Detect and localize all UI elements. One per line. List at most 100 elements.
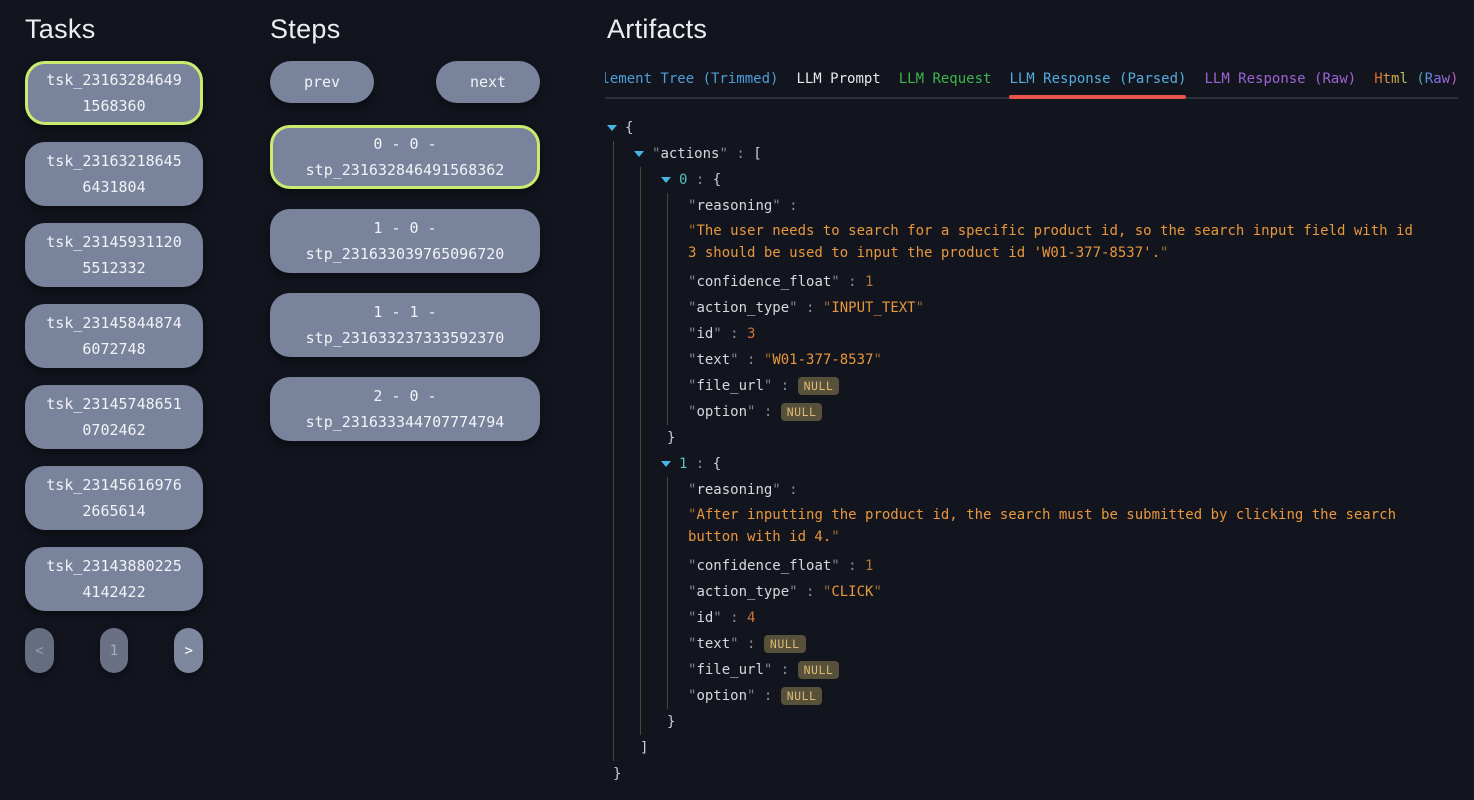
json-token: { <box>625 120 633 136</box>
json-token: " <box>823 300 831 316</box>
json-token: : <box>755 688 780 704</box>
json-line: 1 : { <box>661 451 1474 477</box>
json-token: : <box>798 300 823 316</box>
json-key: action_type <box>696 300 789 316</box>
json-key: file_url <box>696 662 763 678</box>
tab-llm-response-raw[interactable]: LLM Response (Raw) <box>1204 71 1356 87</box>
json-tree-viewer: {"actions" : [0 : {"reasoning" : "The us… <box>607 115 1474 787</box>
json-line: "action_type" : "CLICK" <box>688 579 1474 605</box>
json-key: reasoning <box>696 482 772 498</box>
pagination-next-button[interactable]: > <box>174 628 203 673</box>
json-string-block: "The user needs to search for a specific… <box>688 220 1416 264</box>
tab-llm-prompt[interactable]: LLM Prompt <box>796 71 880 87</box>
tab-element-tree-trimmed[interactable]: Element Tree (Trimmed) <box>605 71 778 87</box>
prev-step-button[interactable]: prev <box>270 61 374 103</box>
step-button[interactable]: 0 - 0 - stp_231632846491568362 <box>270 125 540 189</box>
json-key: text <box>696 352 730 368</box>
json-string-value: CLICK <box>831 584 873 600</box>
json-token: : <box>798 584 823 600</box>
json-token: " <box>719 146 727 162</box>
json-token: : <box>722 326 747 342</box>
json-token: " <box>688 404 696 420</box>
json-token: " <box>688 198 696 214</box>
task-list: tsk_231632846491568360 tsk_2316321864564… <box>25 61 203 611</box>
collapse-triangle-icon[interactable] <box>661 177 671 183</box>
task-button[interactable]: tsk_231438802254142422 <box>25 547 203 611</box>
task-button[interactable]: tsk_231632186456431804 <box>25 142 203 206</box>
json-token: " <box>688 326 696 342</box>
json-line: ] <box>640 735 1474 761</box>
json-number-value: 1 <box>865 558 873 574</box>
json-token: " <box>823 584 831 600</box>
json-string-value: INPUT_TEXT <box>831 300 915 316</box>
collapse-triangle-icon[interactable] <box>634 151 644 157</box>
json-token: { <box>713 456 721 472</box>
json-key: actions <box>660 146 719 162</box>
json-token: : <box>739 352 764 368</box>
json-key: option <box>696 688 747 704</box>
json-token: " <box>764 352 772 368</box>
tasks-panel: Tasks tsk_231632846491568360 tsk_2316321… <box>25 0 203 673</box>
null-badge: NULL <box>798 377 840 395</box>
json-token: " <box>713 610 721 626</box>
json-string-value: W01-377-8537 <box>772 352 873 368</box>
pagination-prev-button[interactable]: < <box>25 628 54 673</box>
null-badge: NULL <box>781 687 823 705</box>
json-token: : <box>722 610 747 626</box>
json-line: } <box>667 709 1474 735</box>
json-line: } <box>667 425 1474 451</box>
collapse-triangle-icon[interactable] <box>661 461 671 467</box>
json-token: " <box>764 662 772 678</box>
json-token: " <box>688 482 696 498</box>
tasks-pagination: < 1 > <box>25 628 203 673</box>
json-token: : <box>739 636 764 652</box>
tab-llm-response-parsed[interactable]: LLM Response (Parsed) <box>1009 71 1186 87</box>
json-line: "text" : "W01-377-8537" <box>688 347 1474 373</box>
json-token: " <box>688 584 696 600</box>
step-button[interactable]: 2 - 0 - stp_231633344707774794 <box>270 377 540 441</box>
json-token: } <box>613 766 621 782</box>
json-token: " <box>730 352 738 368</box>
json-token: " <box>772 482 780 498</box>
tab-llm-request[interactable]: LLM Request <box>899 71 992 87</box>
json-token: " <box>652 146 660 162</box>
json-token: : <box>840 274 865 290</box>
steps-nav: prev next <box>270 61 540 103</box>
json-line: "reasoning" : <box>688 193 1474 219</box>
json-token: " <box>688 378 696 394</box>
task-button[interactable]: tsk_231456169762665614 <box>25 466 203 530</box>
json-token: : <box>840 558 865 574</box>
step-button[interactable]: 1 - 0 - stp_231633039765096720 <box>270 209 540 273</box>
json-line: 0 : { <box>661 167 1474 193</box>
json-token: " <box>772 198 780 214</box>
next-step-button[interactable]: next <box>436 61 540 103</box>
json-line: "id" : 4 <box>688 605 1474 631</box>
json-key: file_url <box>696 378 763 394</box>
json-number-value: 3 <box>747 326 755 342</box>
json-key: reasoning <box>696 198 772 214</box>
json-index-key: 0 <box>679 172 687 188</box>
json-token: " <box>688 610 696 626</box>
collapse-triangle-icon[interactable] <box>607 125 617 131</box>
json-line: "confidence_float" : 1 <box>688 553 1474 579</box>
json-token: " <box>831 558 839 574</box>
task-button[interactable]: tsk_231632846491568360 <box>25 61 203 125</box>
json-token: : <box>781 198 806 214</box>
json-number-value: 4 <box>747 610 755 626</box>
pagination-page-button[interactable]: 1 <box>100 628 129 673</box>
json-token: " <box>831 529 839 545</box>
json-token: : <box>687 456 712 472</box>
json-token: " <box>688 688 696 704</box>
step-button[interactable]: 1 - 1 - stp_231633237333592370 <box>270 293 540 357</box>
json-token: : <box>772 378 797 394</box>
json-token: " <box>831 274 839 290</box>
json-line: "id" : 3 <box>688 321 1474 347</box>
task-button[interactable]: tsk_231457486510702462 <box>25 385 203 449</box>
json-token: : <box>687 172 712 188</box>
json-string-value: After inputting the product id, the sear… <box>688 507 1396 545</box>
json-token: : <box>781 482 806 498</box>
tab-html-raw[interactable]: Html (Raw) <box>1374 71 1458 87</box>
task-button[interactable]: tsk_231458448746072748 <box>25 304 203 368</box>
task-button[interactable]: tsk_231459311205512332 <box>25 223 203 287</box>
json-token: " <box>747 688 755 704</box>
